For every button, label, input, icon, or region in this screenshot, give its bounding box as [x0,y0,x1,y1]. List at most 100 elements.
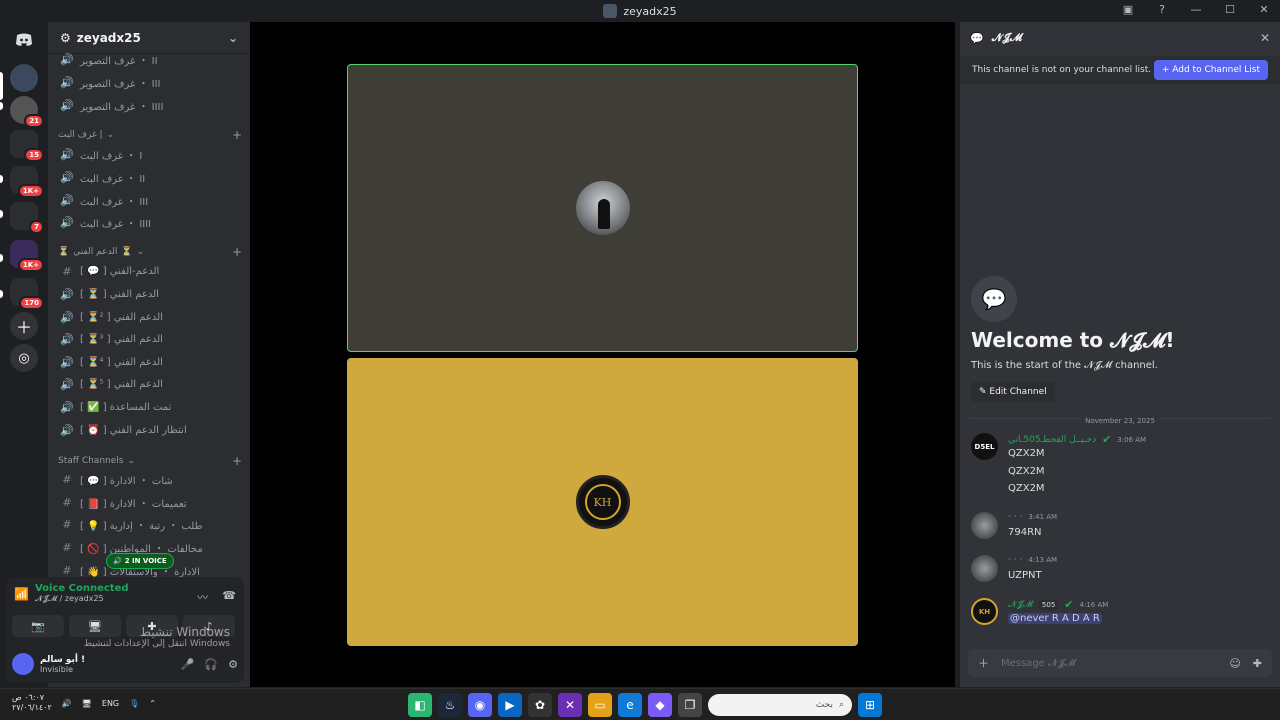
file-explorer-icon[interactable]: ▭ [588,693,612,717]
voice-channel[interactable]: 🔊 غرف البث ・ III [56,190,242,210]
avatar[interactable] [971,555,998,582]
inbox-icon[interactable]: ▣ [1120,3,1136,16]
add-channel-icon[interactable]: + [232,245,242,259]
edit-channel-button[interactable]: ✎ Edit Channel [971,382,1055,402]
discord-home-icon[interactable] [10,26,38,54]
server-icon[interactable]: 21 [10,96,44,128]
avatar[interactable] [971,512,998,539]
copilot-icon[interactable]: ◆ [648,693,672,717]
server-folder[interactable]: 1K+ [10,166,44,198]
channel-name: غرف التصوير ・ IIII [80,101,164,113]
author-name[interactable]: 𝓝𝓙𝓜 [1008,600,1033,610]
clock[interactable]: ٠٦:٠٧ ص ٢٧/٠٦/١٤٠٢ [12,693,52,713]
start-icon[interactable]: ⊞ [858,693,882,717]
voice-channel-path[interactable]: 𝓝𝓙𝓜 / zeyadx25 [35,594,129,604]
server-folder[interactable]: 15 [10,130,44,162]
voice-channel[interactable]: 🔊 غرف التصوير ・ IIII [56,95,242,115]
text-channel[interactable]: # [ 📕 ] تعميمات ・ الادارة [56,492,242,512]
edge-icon[interactable]: e [618,693,642,717]
avatar[interactable]: KH [971,598,998,625]
voice-channel[interactable]: 🔊 غرف التصوير ・ III [56,72,242,92]
in-voice-chip[interactable]: 🔊 2 IN VOICE [106,553,174,569]
avatar[interactable]: D5EL [971,433,998,460]
text-channel[interactable]: # [ 💬 ] الدعم-الفني [56,261,242,281]
discover-icon[interactable]: ◎ [10,344,38,372]
author-name[interactable]: دخـيــل القحطـ505ـاني [1008,435,1096,445]
microphone-icon[interactable]: 🎙 [129,699,139,708]
category-header[interactable]: غرف البث | ⌄ + [58,128,242,142]
chat-bubble-icon: 💬 [970,31,984,45]
emoji-icon[interactable]: ☺ [1229,657,1240,670]
channel-name: [ ⏳ ] الدعم الفني [80,288,159,300]
message-text: QZX2M [1008,483,1045,494]
language-indicator[interactable]: ENG [102,699,119,708]
category-header[interactable]: Staff Channels ⌄ + [58,454,242,468]
avatar[interactable] [12,653,34,675]
voice-channel[interactable]: 🔊 غرف البث ・ IIII [56,212,242,232]
app-icon[interactable]: ✕ [558,693,582,717]
steam-icon[interactable]: ♨ [438,693,462,717]
speaker-icon: 🔊 [60,423,74,437]
voice-stage: KH [250,22,955,687]
close-window-button[interactable]: ✕ [1256,3,1272,16]
message-input[interactable]: Message 𝓝𝓙𝓜 [1001,658,1076,669]
voice-channel[interactable]: 🔊 [ ⏳³ ] الدعم الفني [56,329,242,349]
app-icon[interactable]: ▶ [498,693,522,717]
headphones-icon[interactable]: 🎧 [204,658,218,671]
volume-icon[interactable]: 🔊 [62,699,72,708]
add-channel-icon[interactable]: + [232,128,242,142]
voice-channel[interactable]: 🔊 غرف البث ・ II [56,167,242,187]
category-header[interactable]: ⏳ الدعم الفني ⏳ ⌄ + [58,245,242,259]
chevron-down-icon: ⌄ [136,247,145,257]
app-icon[interactable]: ✿ [528,693,552,717]
maximize-button[interactable]: ☐ [1222,3,1238,16]
voice-channel[interactable]: 🔊 غرف البث ・ I [56,144,242,164]
help-icon[interactable]: ? [1154,3,1170,16]
text-channel[interactable]: # [ 💡 ] طلب ・ رتبة ・ إدارية [56,514,242,534]
channel-name: غرف البث ・ III [80,196,149,208]
disconnect-icon[interactable]: ☎ [222,589,236,605]
participant-tile[interactable]: KH [347,358,858,646]
hash-icon: # [62,264,72,278]
task-view-icon[interactable]: ❐ [678,693,702,717]
voice-channel[interactable]: 🔊 [ ✅ ] تمت المساعدة [56,397,242,417]
display-icon[interactable]: 🖥 [82,699,92,708]
speaker-icon: 🔊 [60,332,74,346]
user-mention[interactable]: @never R A D A R [1008,613,1102,624]
add-server-icon[interactable]: ＋ [10,312,38,340]
voice-channel[interactable]: 🔊 [ ⏳ ] الدعم الفني [56,284,242,304]
apps-icon[interactable]: ✚ [1253,657,1262,670]
add-to-channel-list-button[interactable]: + Add to Channel List [1153,60,1268,80]
gear-icon[interactable]: ⚙ [228,658,238,671]
taskbar-search[interactable]: بحث ⌕ [708,694,852,716]
message-composer[interactable]: ＋ Message 𝓝𝓙𝓜 ☺ ✚ [968,649,1272,677]
voice-channel[interactable]: 🔊 [ ⏰ ] انتظار الدعم الفني [56,420,242,440]
discord-icon[interactable]: ◉ [468,693,492,717]
voice-channel[interactable]: 🔊 [ ⏳⁴ ] الدعم الفني [56,352,242,372]
verified-icon: ✔ [1102,433,1112,446]
camera-button[interactable]: 📷 [12,615,64,637]
speaker-icon: 🔊 [60,147,74,161]
voice-connected-label[interactable]: Voice Connected [35,583,129,594]
add-channel-icon[interactable]: + [232,454,242,468]
speaker-icon: 🔊 [60,310,74,324]
chevron-up-icon[interactable]: ⌃ [149,699,156,708]
app-icon[interactable]: ◧ [408,693,432,717]
microphone-icon[interactable]: 🎤 [181,658,195,671]
server-folder[interactable]: 7 [10,202,44,234]
minimize-button[interactable]: — [1188,3,1204,16]
participant-tile[interactable] [347,64,858,352]
notice-text: This channel is not on your channel list… [972,65,1152,75]
speaker-icon: 🔊 [60,98,74,112]
noise-suppression-icon[interactable]: 〰 [197,589,208,605]
attach-plus-icon[interactable]: ＋ [978,655,989,671]
text-channel[interactable]: # [ 💬 ] شات ・ الادارة [56,469,242,489]
close-icon[interactable]: ✕ [1260,31,1270,45]
server-folder[interactable]: 170 [10,278,44,310]
message-text: QZX2M [1008,466,1045,477]
server-icon[interactable] [10,64,38,92]
voice-channel[interactable]: 🔊 [ ⏳² ] الدعم الفني [56,307,242,327]
server-folder[interactable]: 1K+ [10,240,44,272]
voice-channel[interactable]: 🔊 غرف التصوير ・ II [56,49,242,69]
voice-channel[interactable]: 🔊 [ ⏳⁵ ] الدعم الفني [56,374,242,394]
